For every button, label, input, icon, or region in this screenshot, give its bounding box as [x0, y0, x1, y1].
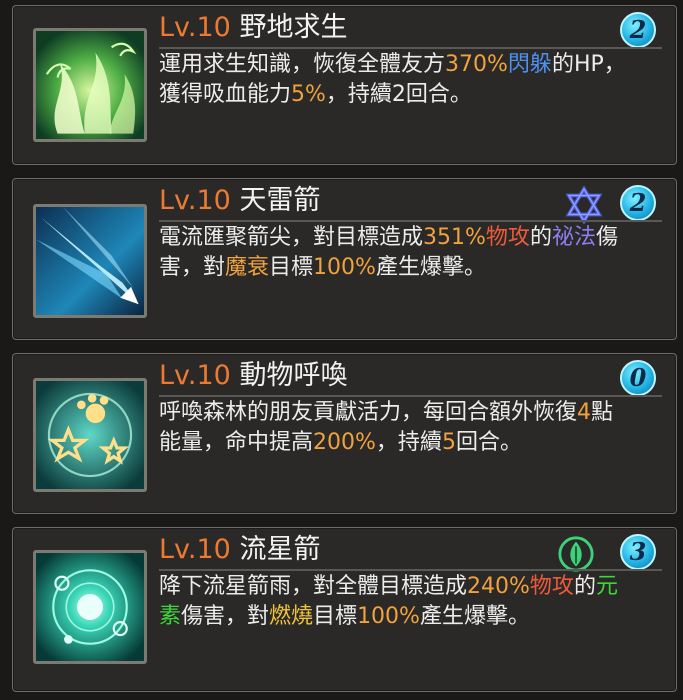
description-segment: 目標	[269, 255, 314, 280]
description-segment: ，持續	[375, 430, 442, 455]
description-segment: 240%	[467, 574, 530, 599]
skill-description: 電流匯聚箭尖，對目標造成351%物攻的祕法傷害，對魔衰目標100%產生爆擊。	[159, 223, 629, 283]
description-segment: 200%	[313, 430, 376, 455]
description-segment: 物攻	[485, 225, 530, 250]
skill-title: Lv.10 流星箭	[159, 530, 320, 570]
divider	[159, 220, 662, 222]
skill-level: Lv.10	[159, 185, 231, 216]
skill-level: Lv.10	[159, 534, 231, 565]
skill-title: Lv.10 動物呼喚	[159, 356, 347, 396]
divider	[159, 395, 662, 397]
divider	[159, 569, 662, 571]
skill-name: 野地求生	[239, 12, 348, 43]
skill-description: 運用求生知識，恢復全體友方370%閃躲的HP，獲得吸血能力5%，持續2回合。	[159, 50, 629, 110]
description-segment: 產生爆擊。	[375, 255, 486, 280]
description-segment: 目標	[313, 604, 358, 629]
description-segment: 的	[573, 574, 596, 599]
skill-card-wilderness-survival[interactable]: Lv.10 野地求生 2 運用求生知識，恢復全體友方370%閃躲的HP，獲得吸血…	[12, 5, 677, 165]
skill-title: Lv.10 野地求生	[159, 8, 347, 48]
leaf-element-icon	[556, 535, 596, 573]
skill-name: 流星箭	[239, 534, 321, 565]
description-segment: 運用求生知識，恢復全體友方	[159, 52, 446, 77]
cost-badge: 2	[620, 185, 656, 221]
description-segment: 降下流星箭雨，對全體目標造成	[159, 574, 468, 599]
cost-badge: 2	[620, 12, 656, 48]
description-segment: 100%	[357, 604, 420, 629]
description-segment: 產生爆擊。	[419, 604, 530, 629]
description-segment: 的	[529, 225, 552, 250]
description-segment: 100%	[313, 255, 376, 280]
skill-card-animal-call[interactable]: Lv.10 動物呼喚 0 呼喚森林的朋友貢獻活力，每回合額外恢復4點能量，命中提…	[12, 353, 677, 514]
description-segment: 呼喚森林的朋友貢獻活力，每回合額外恢復	[159, 400, 578, 425]
skill-card-meteor-arrow[interactable]: Lv.10 流星箭 3 降下流星箭雨，對全體目標造成240%物攻的元素傷害，對燃…	[12, 527, 677, 692]
description-segment: 電流匯聚箭尖，對目標造成	[159, 225, 424, 250]
skill-description: 降下流星箭雨，對全體目標造成240%物攻的元素傷害，對燃燒目標100%產生爆擊。	[159, 572, 629, 632]
forest-flame-icon	[33, 28, 147, 142]
description-segment: 351%	[423, 225, 486, 250]
description-segment: 4	[577, 400, 592, 425]
paw-stars-icon	[33, 378, 147, 492]
skill-description: 呼喚森林的朋友貢獻活力，每回合額外恢復4點能量，命中提高200%，持續5回合。	[159, 398, 629, 458]
divider	[159, 47, 662, 49]
description-segment: 回合。	[455, 430, 522, 455]
description-segment: 閃躲	[507, 52, 552, 77]
description-segment: 魔衰	[225, 255, 270, 280]
skill-name: 天雷箭	[239, 185, 321, 216]
description-segment: 傷害，對	[181, 604, 270, 629]
cost-badge: 3	[620, 534, 656, 570]
skill-card-thunder-arrow[interactable]: Lv.10 天雷箭 2 電流匯聚箭尖，對目標造成351%物攻的祕法傷害，對魔衰目…	[12, 178, 677, 340]
description-segment: 370%	[445, 52, 508, 77]
meteor-orbit-icon	[33, 550, 147, 664]
lightning-arrow-icon	[33, 204, 147, 318]
description-segment: 5%	[291, 82, 326, 107]
skill-level: Lv.10	[159, 12, 231, 43]
skill-title: Lv.10 天雷箭	[159, 181, 320, 221]
description-segment: 祕法	[551, 225, 596, 250]
description-segment: ，持續2回合。	[325, 82, 472, 107]
skill-name: 動物呼喚	[239, 360, 348, 391]
cost-badge: 0	[620, 360, 656, 396]
description-segment: 物攻	[529, 574, 574, 599]
description-segment: 5	[441, 430, 456, 455]
description-segment: 燃燒	[269, 604, 314, 629]
skill-level: Lv.10	[159, 360, 231, 391]
star-of-david-icon	[564, 185, 604, 225]
